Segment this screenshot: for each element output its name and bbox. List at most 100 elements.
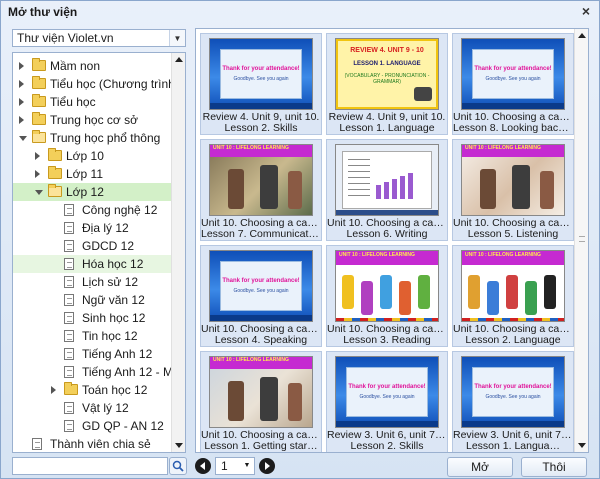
cancel-button[interactable]: Thôi (521, 457, 587, 477)
tree-item-label: Toán học 12 (82, 383, 148, 397)
resource-thumbnail: REVIEW 4. UNIT 9 - 10 LESSON 1. LANGUAGE (… (335, 38, 439, 110)
tree-item[interactable]: Vật lý 12 (13, 399, 173, 417)
document-icon (64, 222, 74, 234)
collapse-arrow-icon[interactable] (19, 98, 24, 106)
resource-card[interactable]: Unit 10. Choosing a career. Lesson 6. Wri… (326, 139, 448, 241)
scroll-down-icon[interactable] (175, 443, 183, 448)
chart-bar (376, 185, 381, 199)
tree-item-label: Trung học phổ thông (50, 131, 161, 145)
resource-card[interactable]: Thank for your attendance! Goodbye. See y… (452, 351, 574, 452)
scroll-up-icon[interactable] (175, 57, 183, 62)
grid-scrollbar[interactable] (574, 29, 588, 452)
scroll-up-icon[interactable] (578, 33, 586, 38)
search-button[interactable] (169, 457, 187, 475)
open-button[interactable]: Mở (447, 457, 513, 477)
slide-thanks-text: Thank for your attendance! (474, 384, 552, 390)
cartoon-figure (361, 281, 373, 315)
search-input[interactable] (12, 457, 168, 475)
collapse-arrow-icon[interactable] (19, 116, 24, 124)
resource-card[interactable]: UNIT 10 : LIFELONG LEARNING Unit 10. Choo… (452, 245, 574, 347)
tree-item[interactable]: Mầm non (13, 57, 173, 75)
tree-item-label: Lịch sử 12 (82, 275, 139, 289)
tree-item[interactable]: Công nghệ 12 (13, 201, 173, 219)
photo-person (512, 165, 530, 209)
tree-list: Mầm non Tiểu học (Chương trình m Tiểu học T… (13, 57, 173, 452)
slide-footer-bar (462, 103, 564, 109)
tree-item[interactable]: Lịch sử 12 (13, 273, 173, 291)
expand-arrow-icon[interactable] (19, 136, 27, 141)
tree-item-label: Vật lý 12 (82, 401, 129, 415)
resource-thumbnail: UNIT 10 : LIFELONG LEARNING (461, 250, 565, 322)
slide-panel: Thank for your attendance! Goodbye. See y… (346, 367, 428, 417)
slide-footer-bar (462, 318, 564, 321)
folder-icon (32, 112, 46, 125)
scroll-down-icon[interactable] (578, 443, 586, 448)
tree-item[interactable]: Ngữ văn 12 (13, 291, 173, 309)
resource-card[interactable]: UNIT 10 : LIFELONG LEARNING Unit 10. Choo… (200, 351, 322, 452)
tree-item[interactable]: Tiểu học (13, 93, 173, 111)
page-select[interactable]: 1 ▼ (215, 457, 255, 475)
tree-item[interactable]: Hóa học 12 (13, 255, 173, 273)
tree-item[interactable]: GDCD 12 (13, 237, 173, 255)
next-page-button[interactable] (259, 458, 275, 474)
resource-card-title-line: Unit 10. Choosing a career. (201, 430, 321, 441)
slide-photo (210, 369, 312, 427)
resource-card[interactable]: REVIEW 4. UNIT 9 - 10 LESSON 1. LANGUAGE (… (326, 33, 448, 135)
resource-card[interactable]: UNIT 10 : LIFELONG LEARNING Unit 10. Choo… (326, 245, 448, 347)
tree-item[interactable]: Tin học 12 (13, 327, 173, 345)
tree-item-label: Lớp 12 (66, 185, 104, 199)
tree-item[interactable]: Tiếng Anh 12 - Mới (13, 363, 173, 381)
tree-item[interactable]: Địa lý 12 (13, 219, 173, 237)
scroll-grip-icon[interactable] (579, 236, 585, 242)
chevron-down-icon[interactable]: ▼ (169, 30, 185, 46)
prev-page-button[interactable] (195, 458, 211, 474)
tree-item[interactable]: Tiếng Anh 12 (13, 345, 173, 363)
resource-card-title: Review 3. Unit 6, unit 7, unit 8.Lesson … (327, 430, 447, 452)
library-select-value: Thư viện Violet.vn (17, 31, 114, 45)
tree-item[interactable]: Thành viên chia sẻ (13, 435, 173, 452)
tree-item[interactable]: Trung học cơ sở (13, 111, 173, 129)
chart-lines (348, 159, 370, 199)
resource-card[interactable]: Thank for your attendance! Goodbye. See y… (326, 351, 448, 452)
tree-item[interactable]: GD QP - AN 12 (13, 417, 173, 435)
chart-bar (384, 182, 389, 199)
resource-card[interactable]: UNIT 10 : LIFELONG LEARNING Unit 10. Choo… (200, 139, 322, 241)
resource-grid-panel: Thank for your attendance! Goodbye. See y… (195, 28, 589, 453)
tree-item[interactable]: Sinh học 12 (13, 309, 173, 327)
tree-item[interactable]: Toán học 12 (13, 381, 173, 399)
collapse-arrow-icon[interactable] (19, 62, 24, 70)
resource-card[interactable]: Thank for your attendance! Goodbye. See y… (200, 245, 322, 347)
close-icon[interactable]: × (579, 4, 593, 19)
slide-goodbye-text: Goodbye. See you again (359, 394, 415, 400)
expand-arrow-icon[interactable] (35, 190, 43, 195)
resource-card[interactable]: Thank for your attendance! Goodbye. See y… (200, 33, 322, 135)
cartoon-figure (506, 275, 518, 309)
tree-item[interactable]: Tiểu học (Chương trình m (13, 75, 173, 93)
tree-scrollbar[interactable] (171, 53, 185, 452)
chevron-down-icon[interactable]: ▼ (240, 458, 254, 474)
resource-thumbnail (335, 144, 439, 216)
tree-item[interactable]: Trung học phổ thông (13, 129, 173, 147)
tree-item-label: Tiếng Anh 12 - Mới (82, 365, 173, 379)
tree-item[interactable]: Lớp 11 (13, 165, 173, 183)
collapse-arrow-icon[interactable] (19, 80, 24, 88)
slide-thanks-text: Thank for your attendance! (222, 278, 300, 284)
tree-item[interactable]: Lớp 12 (13, 183, 173, 201)
document-icon (32, 438, 42, 450)
tree-item[interactable]: Lớp 10 (13, 147, 173, 165)
document-icon (64, 204, 74, 216)
slide-illustration (414, 87, 432, 101)
chart-bar (392, 179, 397, 199)
slide-thanks-text: Thank for your attendance! (474, 66, 552, 72)
resource-card[interactable]: UNIT 10 : LIFELONG LEARNING Unit 10. Choo… (452, 139, 574, 241)
resource-card[interactable]: Thank for your attendance! Goodbye. See y… (452, 33, 574, 135)
resource-card-title-line: Review 3. Unit 6, unit 7, unit 8. (453, 430, 573, 441)
library-select[interactable]: Thư viện Violet.vn ▼ (12, 29, 186, 47)
slide-illustration (462, 265, 564, 321)
tree-item-label: Thành viên chia sẻ (50, 437, 151, 451)
collapse-arrow-icon[interactable] (35, 152, 40, 160)
cartoon-figure (399, 281, 411, 315)
collapse-arrow-icon[interactable] (35, 170, 40, 178)
collapse-arrow-icon[interactable] (51, 386, 56, 394)
slide-footer-bar (210, 103, 312, 109)
